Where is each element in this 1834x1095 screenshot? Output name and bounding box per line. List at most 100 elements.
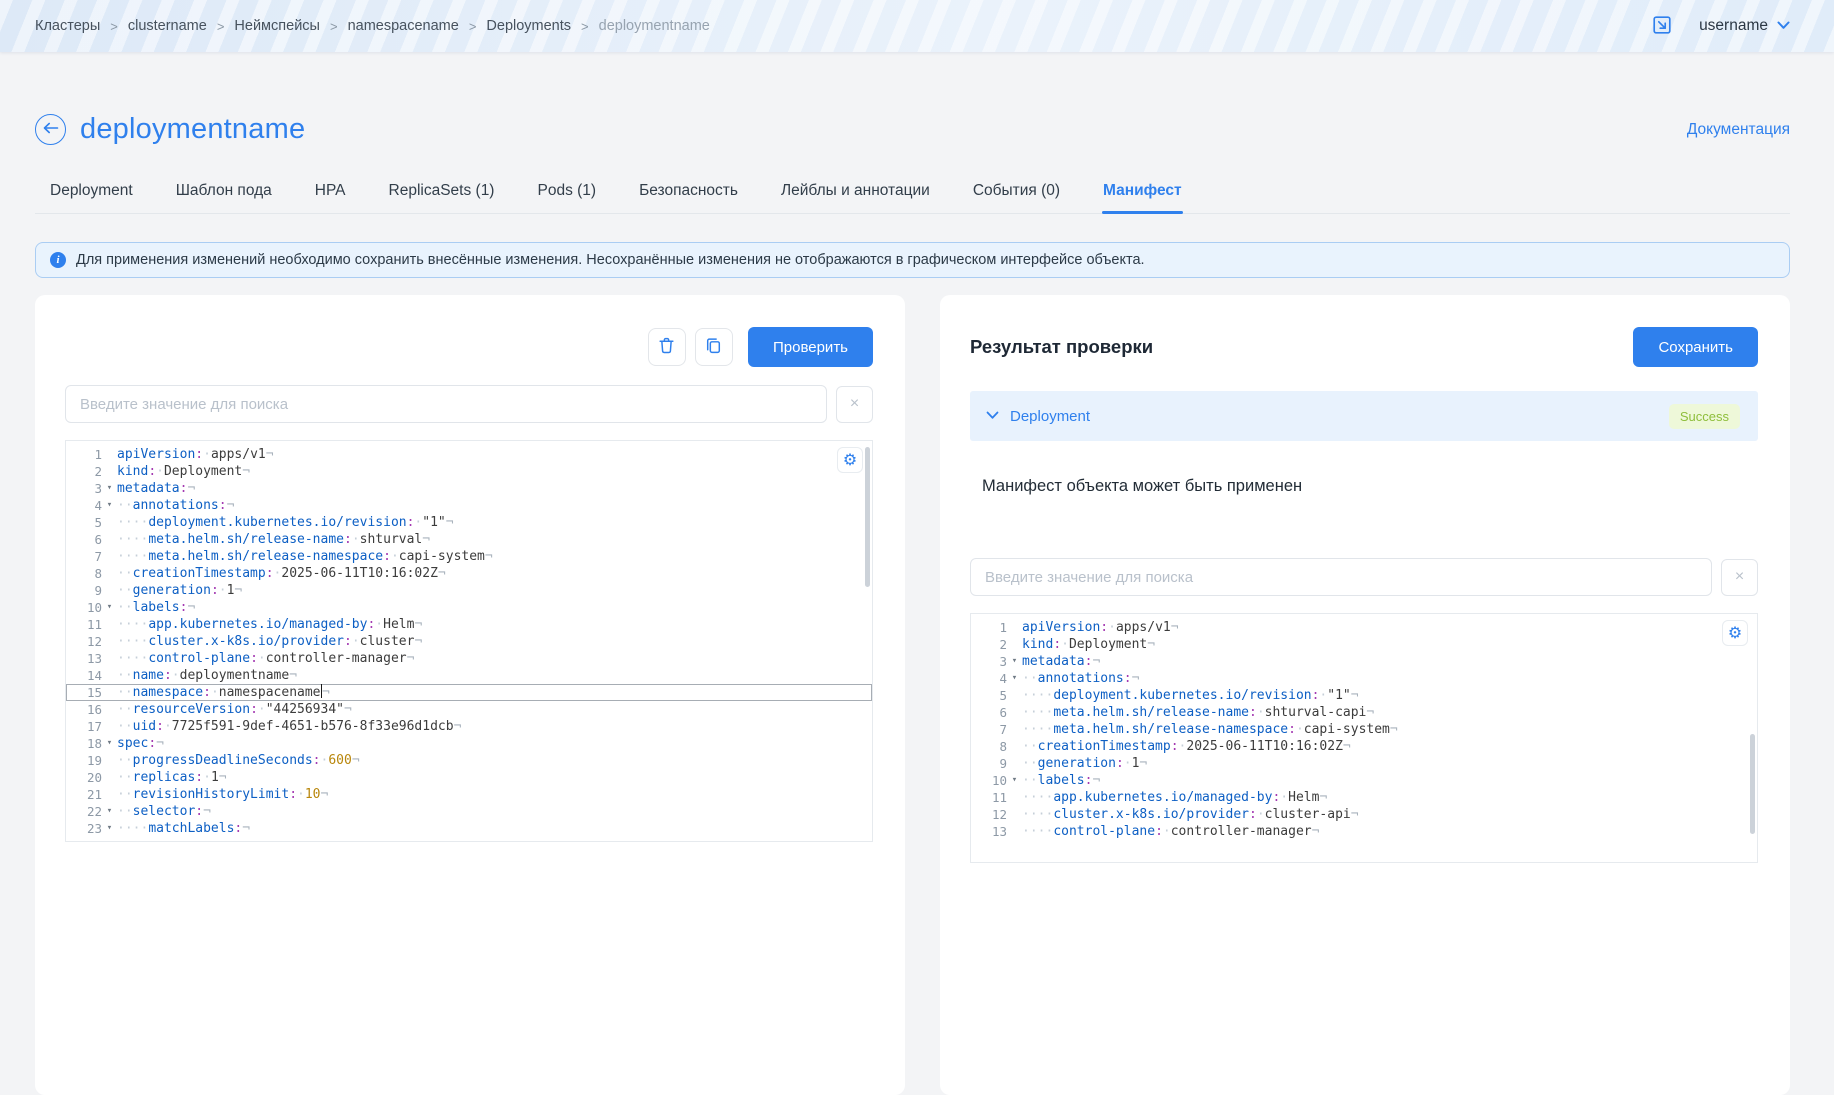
editor-line[interactable]: 20 ··replicas:·1¬ — [66, 769, 872, 786]
fold-toggle-icon[interactable]: ▾ — [102, 803, 117, 820]
tab-2[interactable]: HPA — [314, 182, 347, 213]
check-button[interactable]: Проверить — [747, 327, 873, 367]
eol-mark: ¬ — [156, 736, 164, 751]
code-text: ··creationTimestamp:·2025-06-11T10:16:02… — [1022, 738, 1351, 755]
editor-scrollbar[interactable] — [865, 447, 870, 587]
editor-line[interactable]: 16 ··resourceVersion:·"44256934"¬ — [66, 701, 872, 718]
editor-line[interactable]: 2 kind:·Deployment¬ — [66, 463, 872, 480]
yaml-key: annotations — [132, 498, 219, 513]
tab-1[interactable]: Шаблон пода — [175, 182, 273, 213]
left-search-row: × — [65, 385, 873, 423]
editor-line[interactable]: 3 ▾ metadata:¬ — [66, 480, 872, 497]
editor-line[interactable]: 9 ··generation:·1¬ — [66, 582, 872, 599]
editor-line[interactable]: 7 ····meta.helm.sh/release-namespace:·cap… — [66, 548, 872, 565]
yaml-value: controller-manager — [1170, 824, 1312, 839]
editor-line[interactable]: 8 ··creationTimestamp:·2025-06-11T10:16:0… — [971, 738, 1757, 755]
editor-settings-button[interactable]: ⚙ — [1722, 620, 1748, 646]
username-label: username — [1699, 17, 1768, 34]
yaml-colon: : — [218, 498, 227, 513]
tab-6[interactable]: Лейблы и аннотации — [780, 182, 931, 213]
right-search-input[interactable] — [970, 558, 1712, 596]
editor-line[interactable]: 18 ▾ spec:¬ — [66, 735, 872, 752]
breadcrumb-item-4[interactable]: Deployments — [486, 18, 571, 34]
fold-toggle-icon[interactable]: ▾ — [102, 497, 117, 514]
editor-line[interactable]: 6 ····meta.helm.sh/release-name:·shturval… — [66, 531, 872, 548]
breadcrumb-item-2[interactable]: Неймспейсы — [234, 18, 320, 34]
fold-toggle-icon[interactable]: ▾ — [1007, 772, 1022, 789]
breadcrumb-item-3[interactable]: namespacename — [348, 18, 459, 34]
yaml-key: creationTimestamp — [1037, 739, 1171, 754]
result-accordion[interactable]: Deployment Success — [970, 391, 1758, 441]
editor-line[interactable]: 19 ··progressDeadlineSeconds:·600¬ — [66, 752, 872, 769]
save-button[interactable]: Сохранить — [1633, 327, 1758, 367]
editor-line[interactable]: 8 ··creationTimestamp:·2025-06-11T10:16:0… — [66, 565, 872, 582]
collapse-window-button[interactable] — [1651, 14, 1673, 39]
editor-line[interactable]: 15 ··namespace:·namespacename ¬ — [66, 684, 872, 701]
user-menu[interactable]: username — [1699, 17, 1790, 35]
editor-line[interactable]: 2 kind:·Deployment¬ — [971, 636, 1757, 653]
code-text: ··generation:·1¬ — [1022, 755, 1147, 772]
editor-line[interactable]: 1 apiVersion:·apps/v1¬ — [66, 446, 872, 463]
right-search-row: × — [970, 558, 1758, 596]
copy-button[interactable] — [694, 328, 733, 366]
breadcrumb-item-5[interactable]: deploymentname — [599, 18, 710, 34]
indent-dots: ·· — [117, 719, 133, 734]
editor-line[interactable]: 10 ▾ ··labels:¬ — [66, 599, 872, 616]
tab-3[interactable]: ReplicaSets (1) — [388, 182, 496, 213]
fold-toggle-icon[interactable]: ▾ — [1007, 670, 1022, 687]
yaml-editor-right[interactable]: 1 apiVersion:·apps/v1¬ 2 kind:·Deployment¬ 3… — [970, 613, 1758, 863]
fold-toggle-icon[interactable]: ▾ — [102, 735, 117, 752]
back-button[interactable] — [35, 114, 66, 145]
tab-4[interactable]: Pods (1) — [536, 182, 597, 213]
editor-line[interactable]: 11 ····app.kubernetes.io/managed-by:·Helm… — [66, 616, 872, 633]
eol-mark: ¬ — [1366, 705, 1375, 720]
editor-line[interactable]: 4 ▾ ··annotations:¬ — [971, 670, 1757, 687]
yaml-colon: : — [203, 685, 211, 700]
fold-toggle-icon — [1007, 755, 1022, 772]
yaml-colon: : — [148, 736, 157, 751]
editor-line[interactable]: 12 ····cluster.x-k8s.io/provider:·cluster… — [66, 633, 872, 650]
breadcrumb-item-0[interactable]: Кластеры — [35, 18, 100, 34]
editor-line[interactable]: 6 ····meta.helm.sh/release-name:·shturval… — [971, 704, 1757, 721]
editor-line[interactable]: 5 ····deployment.kubernetes.io/revision:·… — [66, 514, 872, 531]
editor-scrollbar[interactable] — [1750, 734, 1755, 834]
tab-0[interactable]: Deployment — [49, 182, 134, 213]
editor-line[interactable]: 22 ▾ ··selector:¬ — [66, 803, 872, 820]
fold-toggle-icon[interactable]: ▾ — [102, 599, 117, 616]
documentation-link[interactable]: Документация — [1687, 121, 1790, 139]
fold-toggle-icon[interactable]: ▾ — [1007, 653, 1022, 670]
editor-line[interactable]: 1 apiVersion:·apps/v1¬ — [971, 619, 1757, 636]
yaml-editor-left[interactable]: 1 apiVersion:·apps/v1¬ 2 kind:·Deployment¬ 3… — [65, 440, 873, 842]
code-text: ··progressDeadlineSeconds:·600¬ — [117, 752, 360, 769]
tab-7[interactable]: События (0) — [972, 182, 1061, 213]
left-search-input[interactable] — [65, 385, 827, 423]
breadcrumb-item-1[interactable]: clustername — [128, 18, 207, 34]
indent-dots: ·· — [1022, 773, 1038, 788]
editor-line[interactable]: 21 ··revisionHistoryLimit:·10¬ — [66, 786, 872, 803]
editor-line[interactable]: 3 ▾ metadata:¬ — [971, 653, 1757, 670]
editor-line[interactable]: 23 ▾ ····matchLabels:¬ — [66, 820, 872, 837]
editor-line[interactable]: 10 ▾ ··labels:¬ — [971, 772, 1757, 789]
fold-toggle-icon[interactable]: ▾ — [102, 820, 117, 837]
yaml-key: cluster.x-k8s.io/provider — [148, 634, 344, 649]
editor-line[interactable]: 9 ··generation:·1¬ — [971, 755, 1757, 772]
yaml-colon: : — [195, 770, 204, 785]
tab-5[interactable]: Безопасность — [638, 182, 739, 213]
editor-line[interactable]: 17 ··uid:·7725f591-9def-4651-b576-8f33e96… — [66, 718, 872, 735]
yaml-key: labels — [1037, 773, 1085, 788]
left-search-clear-button[interactable]: × — [836, 385, 873, 423]
fold-toggle-icon[interactable]: ▾ — [102, 480, 117, 497]
editor-line[interactable]: 7 ····meta.helm.sh/release-namespace:·cap… — [971, 721, 1757, 738]
editor-line[interactable]: 13 ····control-plane:·controller-manager¬ — [66, 650, 872, 667]
line-number: 17 — [86, 719, 102, 734]
editor-line[interactable]: 14 ··name:·deploymentname¬ — [66, 667, 872, 684]
tab-8[interactable]: Манифест — [1102, 182, 1183, 214]
editor-line[interactable]: 4 ▾ ··annotations:¬ — [66, 497, 872, 514]
editor-line[interactable]: 12 ····cluster.x-k8s.io/provider:·cluster… — [971, 806, 1757, 823]
editor-line[interactable]: 11 ····app.kubernetes.io/managed-by:·Helm… — [971, 789, 1757, 806]
delete-button[interactable] — [647, 328, 686, 366]
right-search-clear-button[interactable]: × — [1721, 558, 1758, 596]
editor-line[interactable]: 5 ····deployment.kubernetes.io/revision:·… — [971, 687, 1757, 704]
editor-line[interactable]: 13 ····control-plane:·controller-manager¬ — [971, 823, 1757, 840]
editor-settings-button[interactable]: ⚙ — [837, 447, 863, 473]
